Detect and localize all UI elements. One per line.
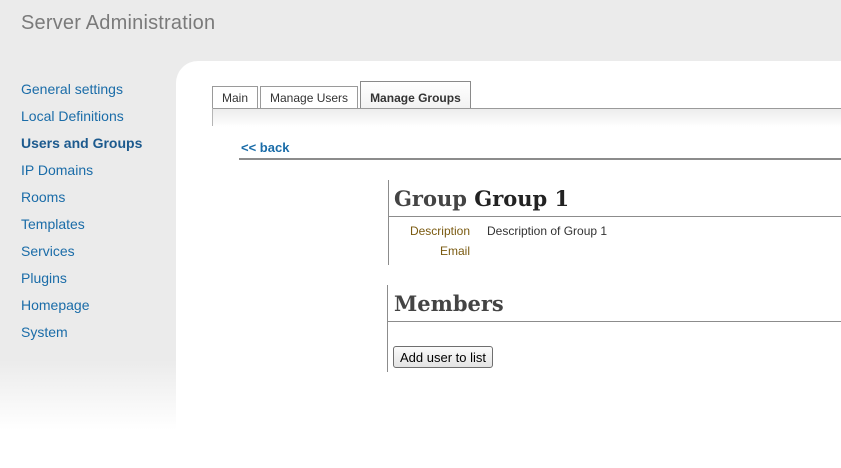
tab-content-left-edge	[212, 108, 213, 126]
members-section: Members Add user to list	[387, 285, 841, 372]
tab-main[interactable]: Main	[212, 86, 259, 108]
group-name: Group 1	[474, 186, 570, 211]
description-label: Description	[409, 224, 470, 238]
group-title-prefix: Group	[394, 186, 467, 211]
sidebar-item-ip-domains[interactable]: IP Domains	[21, 161, 161, 179]
app-title: Server Administration	[21, 12, 216, 34]
sidebar-item-templates[interactable]: Templates	[21, 215, 161, 233]
members-title-divider	[388, 321, 841, 322]
tab-bar: Main Manage Users Manage Groups	[212, 81, 473, 108]
email-label: Email	[439, 244, 470, 258]
group-details-section: Group Group 1 Description Description of…	[388, 180, 841, 265]
members-title: Members	[394, 291, 504, 316]
sidebar-item-plugins[interactable]: Plugins	[21, 269, 161, 287]
sidebar-item-services[interactable]: Services	[21, 242, 161, 260]
sidebar-nav: General settings Local Definitions Users…	[21, 80, 161, 350]
group-title: Group Group 1	[394, 186, 569, 211]
tab-content-shadow	[212, 109, 841, 127]
group-title-divider	[389, 216, 841, 217]
sidebar-item-system[interactable]: System	[21, 323, 161, 341]
back-divider	[239, 158, 841, 160]
sidebar-item-homepage[interactable]: Homepage	[21, 296, 161, 314]
description-value: Description of Group 1	[487, 224, 608, 238]
sidebar-item-rooms[interactable]: Rooms	[21, 188, 161, 206]
sidebar-item-local-definitions[interactable]: Local Definitions	[21, 107, 161, 125]
back-link[interactable]: << back	[241, 140, 289, 155]
sidebar-item-general-settings[interactable]: General settings	[21, 80, 161, 98]
add-user-to-list-button[interactable]: Add user to list	[393, 346, 493, 368]
tab-manage-users[interactable]: Manage Users	[260, 86, 359, 108]
sidebar-item-users-and-groups[interactable]: Users and Groups	[21, 134, 161, 152]
tab-manage-groups[interactable]: Manage Groups	[360, 81, 471, 108]
